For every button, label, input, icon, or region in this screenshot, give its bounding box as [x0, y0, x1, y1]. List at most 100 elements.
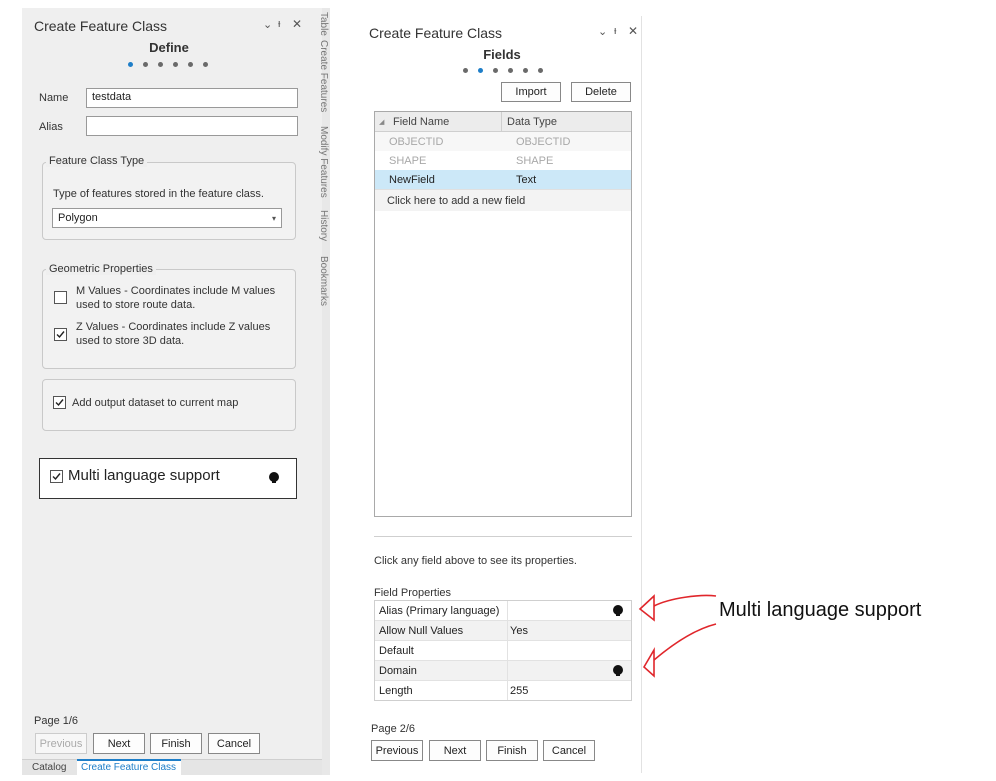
annotation-text: Multi language support [719, 599, 922, 621]
previous-button[interactable]: Previous [371, 740, 423, 761]
page-dot-5[interactable] [523, 68, 528, 73]
page-dot-6[interactable] [538, 68, 543, 73]
feature-class-type-description: Type of features stored in the feature c… [53, 188, 264, 200]
property-label: Allow Null Values [379, 624, 464, 637]
side-tab-strip [322, 8, 330, 775]
annotation-arrows [638, 594, 717, 678]
pane-options-icon[interactable]: ⌄ [263, 18, 272, 31]
geometric-properties-legend: Geometric Properties [46, 263, 156, 275]
m-values-label: M Values - Coordinates include M values … [76, 285, 276, 311]
page-dot-3[interactable] [493, 68, 498, 73]
close-icon[interactable]: ✕ [628, 24, 638, 38]
page-dots [463, 68, 543, 73]
side-tab-table[interactable]: Table [318, 12, 329, 36]
page-dot-2[interactable] [478, 68, 483, 73]
delete-button[interactable]: Delete [571, 82, 631, 102]
page-dots [128, 62, 208, 67]
property-value[interactable] [507, 601, 631, 620]
z-values-checkbox[interactable] [54, 328, 67, 341]
define-pane: Create Feature Class ⌄ ᵻ ✕ Define Name t… [22, 8, 322, 775]
add-field-text: Click here to add a new field [387, 194, 526, 207]
field-properties-grid: Alias (Primary language) Allow Null Valu… [374, 600, 632, 701]
page-dot-2[interactable] [143, 62, 148, 67]
table-row[interactable]: SHAPE SHAPE [375, 151, 631, 170]
page-dot-1[interactable] [463, 68, 468, 73]
add-field-row[interactable]: Click here to add a new field [375, 189, 631, 211]
property-row-default[interactable]: Default [375, 641, 631, 661]
page-dot-1[interactable] [128, 62, 133, 67]
cancel-button[interactable]: Cancel [543, 740, 595, 761]
page-indicator: Page 2/6 [371, 723, 416, 735]
divider [374, 536, 632, 537]
step-title: Define [149, 40, 189, 55]
pin-icon[interactable]: ᵻ [278, 18, 280, 30]
property-value[interactable]: 255 [507, 681, 631, 700]
table-row-selected[interactable]: NewField Text [375, 170, 631, 189]
arrowhead-bottom [642, 647, 655, 678]
checkmark-icon [56, 331, 65, 339]
side-tab-create-features[interactable]: Create Features [318, 40, 329, 112]
checkmark-icon [52, 473, 61, 481]
side-tab-history[interactable]: History [318, 210, 329, 241]
property-row-length[interactable]: Length 255 [375, 681, 631, 700]
pin-icon[interactable]: ᵻ [614, 25, 616, 37]
side-tab-bookmarks[interactable]: Bookmarks [318, 256, 329, 306]
next-button[interactable]: Next [429, 740, 481, 761]
finish-button[interactable]: Finish [150, 733, 202, 754]
globe-icon[interactable] [613, 605, 623, 616]
fields-pane: Create Feature Class ⌄ ᵻ ✕ Fields Import… [362, 16, 642, 773]
tab-create-feature-class[interactable]: Create Feature Class [81, 762, 176, 773]
property-row-alias[interactable]: Alias (Primary language) [375, 601, 631, 621]
alias-input[interactable] [86, 116, 298, 136]
checkmark-icon [55, 399, 64, 407]
field-name-cell: NewField [389, 173, 435, 186]
field-name-cell: SHAPE [389, 154, 427, 167]
properties-hint: Click any field above to see its propert… [374, 555, 577, 567]
field-name-cell: OBJECTID [389, 135, 444, 148]
page-dot-4[interactable] [173, 62, 178, 67]
cancel-button[interactable]: Cancel [208, 733, 260, 754]
pane-title: Create Feature Class [369, 25, 503, 41]
close-icon[interactable]: ✕ [292, 17, 302, 31]
name-input[interactable]: testdata [86, 88, 298, 108]
chevron-down-icon: ▾ [271, 213, 276, 223]
grid-header-data-type[interactable]: Data Type [501, 112, 557, 131]
sort-icon: ◢ [379, 118, 385, 126]
page-dot-4[interactable] [508, 68, 513, 73]
feature-class-type-select[interactable]: Polygon ▾ [52, 208, 282, 228]
page-dot-3[interactable] [158, 62, 163, 67]
grid-header-field-name[interactable]: Field Name [387, 116, 501, 128]
fields-grid: ◢ Field Name Data Type OBJECTID OBJECTID… [374, 111, 632, 517]
property-value[interactable] [507, 661, 631, 680]
multi-language-label: Multi language support [68, 467, 220, 484]
grid-header-row: ◢ Field Name Data Type [375, 112, 631, 132]
name-label: Name [39, 92, 69, 104]
property-label: Alias (Primary language) [379, 604, 500, 617]
globe-icon[interactable] [269, 472, 279, 483]
page-dot-5[interactable] [188, 62, 193, 67]
import-button[interactable]: Import [501, 82, 561, 102]
z-values-label: Z Values - Coordinates include Z values … [76, 321, 271, 347]
multi-language-checkbox[interactable] [50, 470, 63, 483]
arrowhead-top [638, 594, 655, 622]
finish-button[interactable]: Finish [486, 740, 538, 761]
page-dot-6[interactable] [203, 62, 208, 67]
m-values-checkbox[interactable] [54, 291, 67, 304]
property-label: Domain [379, 664, 417, 677]
table-row[interactable]: OBJECTID OBJECTID [375, 132, 631, 151]
add-output-checkbox[interactable] [53, 396, 66, 409]
pane-options-icon[interactable]: ⌄ [598, 25, 607, 38]
property-row-domain[interactable]: Domain [375, 661, 631, 681]
property-value[interactable] [507, 641, 631, 660]
property-row-allow-null[interactable]: Allow Null Values Yes [375, 621, 631, 641]
data-type-cell: OBJECTID [516, 135, 571, 148]
previous-button[interactable]: Previous [35, 733, 87, 754]
property-value[interactable]: Yes [507, 621, 631, 640]
property-label: Default [379, 644, 414, 657]
feature-class-type-group [42, 162, 296, 240]
page-indicator: Page 1/6 [34, 715, 79, 727]
side-tab-modify-features[interactable]: Modify Features [318, 126, 329, 198]
next-button[interactable]: Next [93, 733, 145, 754]
tab-catalog[interactable]: Catalog [32, 762, 66, 773]
globe-icon[interactable] [613, 665, 623, 676]
